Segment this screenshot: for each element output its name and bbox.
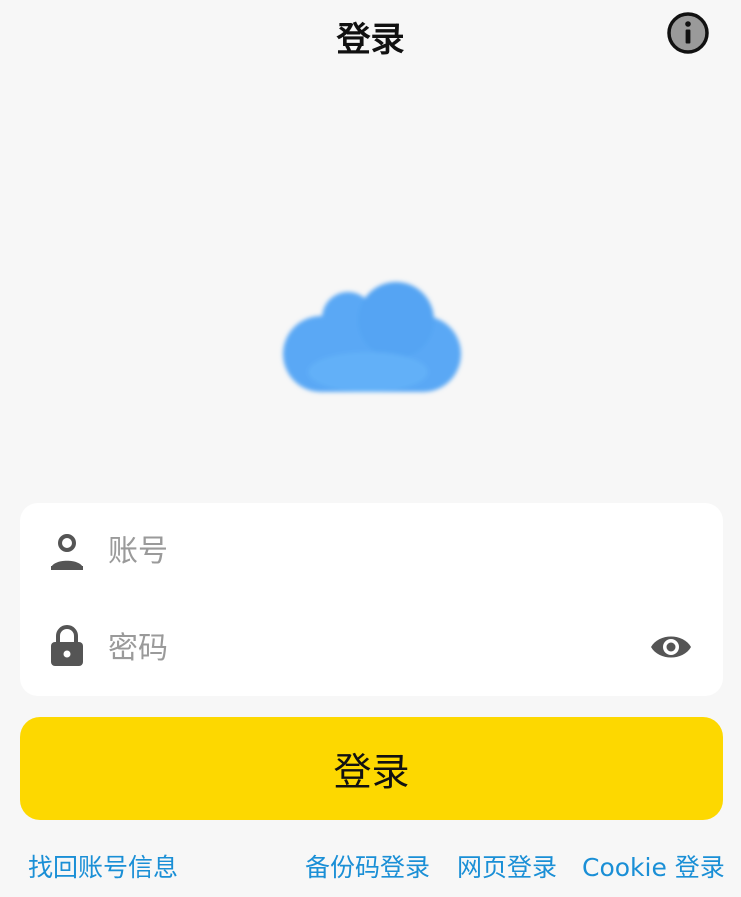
password-field (20, 600, 723, 696)
info-circle-icon (667, 12, 709, 54)
login-button[interactable]: 登录 (20, 717, 723, 820)
password-input[interactable] (108, 620, 628, 676)
password-visibility-toggle[interactable] (649, 630, 693, 664)
info-button[interactable] (665, 10, 711, 56)
eye-icon (651, 636, 691, 658)
page-title: 登录 (336, 20, 405, 60)
login-form (20, 503, 723, 696)
user-icon (48, 533, 86, 573)
cloud-icon (283, 282, 461, 392)
web-login-link[interactable]: 网页登录 (457, 848, 557, 884)
alternate-login-links: 找回账号信息 备份码登录 网页登录 Cookie 登录 (0, 848, 741, 888)
lock-icon (48, 625, 86, 670)
cookie-login-link[interactable]: Cookie 登录 (582, 848, 725, 884)
backup-code-login-link[interactable]: 备份码登录 (305, 848, 430, 884)
recover-account-link[interactable]: 找回账号信息 (28, 848, 178, 884)
app-header: 登录 (0, 0, 741, 70)
account-field (20, 503, 723, 599)
account-input[interactable] (108, 523, 628, 579)
cloud-logo (278, 276, 466, 398)
